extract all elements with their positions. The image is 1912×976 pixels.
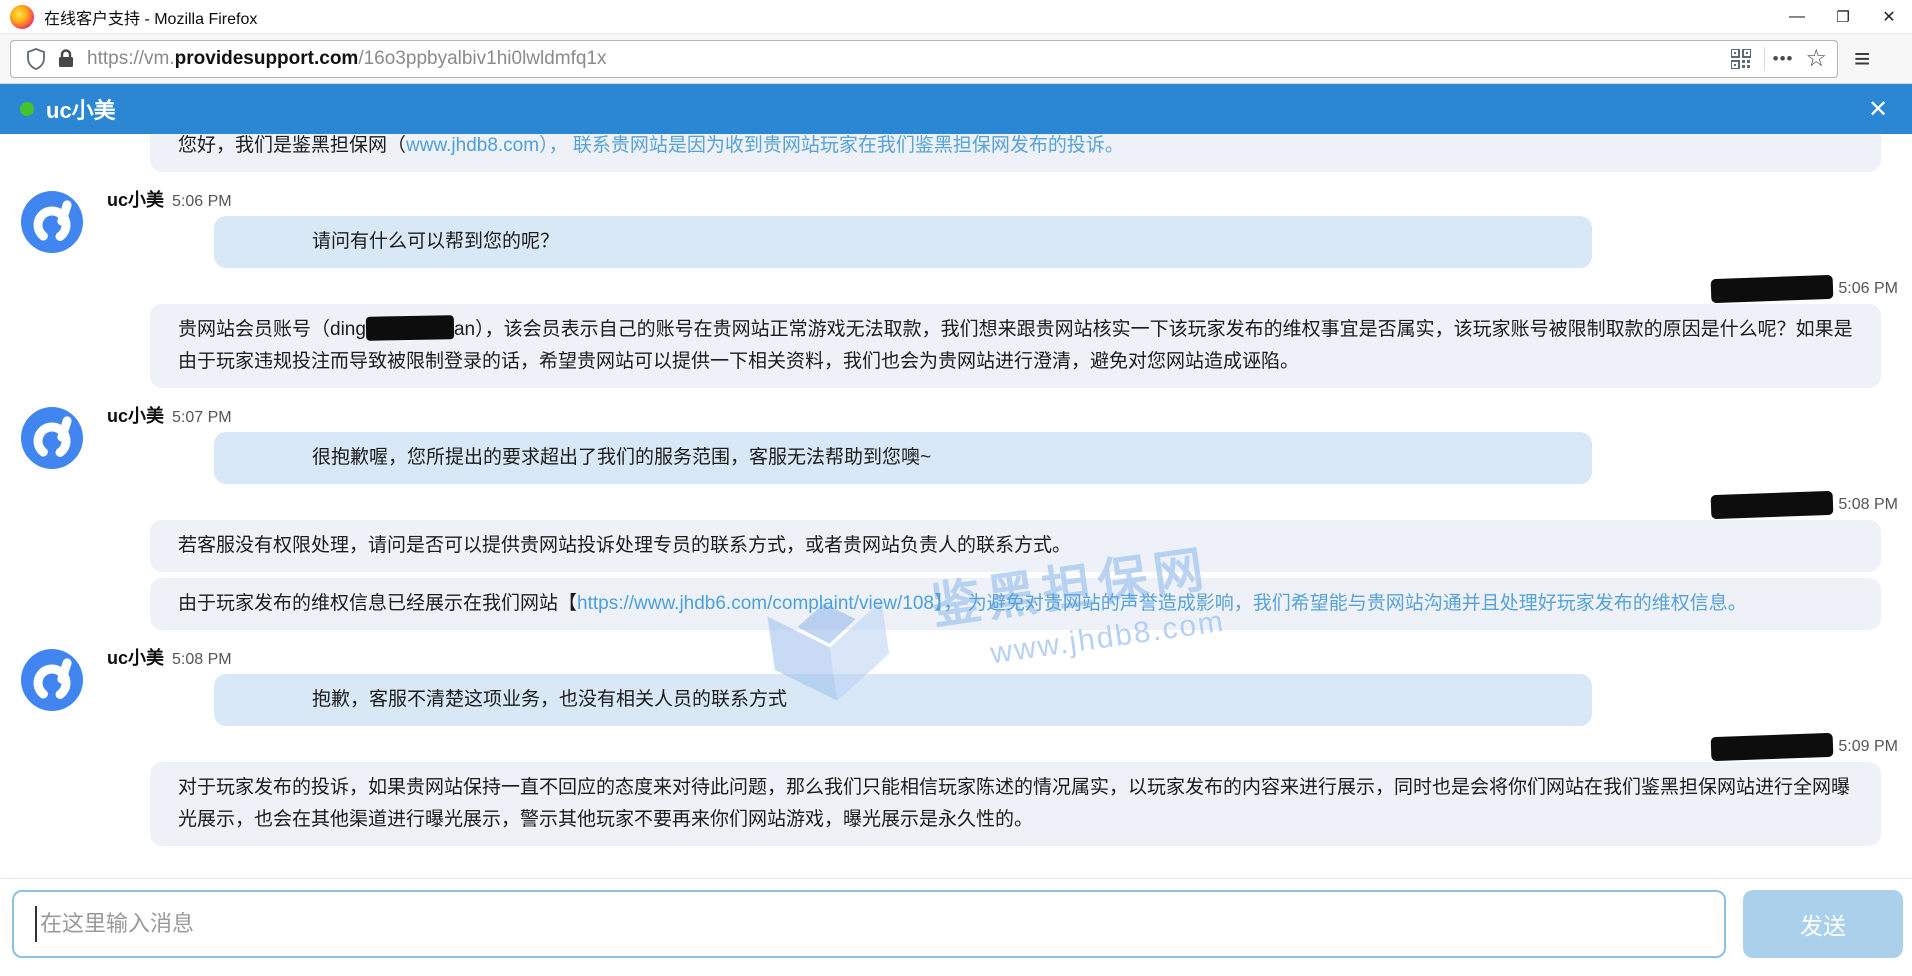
agent-message: 抱歉，客服不清楚这项业务，也没有相关人员的联系方式 bbox=[214, 674, 1592, 726]
visitor-message: 若客服没有权限处理，请问是否可以提供贵网站投诉处理专员的联系方式，或者贵网站负责… bbox=[150, 520, 1881, 572]
redacted-account bbox=[366, 315, 454, 341]
agent-message: 请问有什么可以帮到您的呢？ bbox=[214, 216, 1592, 268]
jhdb8-link[interactable]: www.jhdb8.com bbox=[406, 135, 539, 156]
restore-button[interactable]: ❐ bbox=[1820, 0, 1866, 34]
url-text[interactable]: https://vm.providesupport.com/16o3ppbyal… bbox=[87, 48, 1726, 70]
shield-icon[interactable] bbox=[21, 44, 51, 74]
agent-message-group: uc小美 5:08 PM 抱歉，客服不清楚这项业务，也没有相关人员的联系方式 bbox=[0, 644, 1912, 726]
agent-avatar bbox=[20, 406, 84, 470]
bookmark-star-icon[interactable]: ☆ bbox=[1805, 44, 1827, 73]
visitor-message: 贵网站会员账号（dingan），该会员表示自己的账号在贵网站正常游戏无法取款，我… bbox=[150, 304, 1881, 388]
chat-agent-name: uc小美 bbox=[46, 93, 116, 125]
message-composer: 发送 bbox=[0, 878, 1912, 976]
url-bar[interactable]: https://vm.providesupport.com/16o3ppbyal… bbox=[10, 40, 1838, 78]
send-button[interactable]: 发送 bbox=[1743, 890, 1903, 958]
agent-name: uc小美 bbox=[107, 402, 164, 428]
window-titlebar: 在线客户支持 - Mozilla Firefox — ❐ ✕ bbox=[0, 0, 1912, 34]
redacted-name bbox=[1711, 491, 1834, 519]
urlbar-divider bbox=[1764, 47, 1765, 71]
message-time: 5:06 PM bbox=[172, 193, 232, 211]
firefox-icon bbox=[10, 5, 34, 29]
visitor-message: 您好，我们是鉴黑担保网（www.jhdb8.com）， 联系贵网站是因为收到贵网… bbox=[150, 134, 1881, 172]
visitor-meta: n 5:09 PM bbox=[0, 734, 1912, 760]
url-scheme: https://vm. bbox=[87, 48, 175, 69]
minimize-button[interactable]: — bbox=[1774, 0, 1820, 34]
visitor-meta: n 5:06 PM bbox=[0, 276, 1912, 302]
lock-icon[interactable] bbox=[51, 44, 81, 74]
message-time: 5:07 PM bbox=[172, 409, 232, 427]
text-caret bbox=[35, 906, 37, 942]
chat-close-icon[interactable]: ✕ bbox=[1858, 84, 1898, 134]
message-time: 5:08 PM bbox=[1838, 496, 1898, 514]
agent-name: uc小美 bbox=[107, 644, 164, 670]
chat-transcript[interactable]: 鉴黑担保网 www.jhdb8.com 您好，我们是鉴黑担保网（www.jhdb… bbox=[0, 134, 1912, 878]
online-status-icon bbox=[20, 102, 34, 116]
visitor-message: 对于玩家发布的投诉，如果贵网站保持一直不回应的态度来对待此问题，那么我们只能相信… bbox=[150, 762, 1881, 846]
browser-navbar: https://vm.providesupport.com/16o3ppbyal… bbox=[0, 34, 1912, 84]
menu-icon[interactable]: ≡ bbox=[1854, 45, 1870, 73]
redacted-name bbox=[1711, 275, 1834, 303]
redacted-name bbox=[1711, 733, 1834, 761]
url-domain: providesupport.com bbox=[175, 48, 359, 69]
complaint-link[interactable]: https://www.jhdb6.com/complaint/view/108 bbox=[577, 593, 934, 614]
message-time: 5:08 PM bbox=[172, 651, 232, 669]
window-title: 在线客户支持 - Mozilla Firefox bbox=[44, 5, 257, 29]
agent-name: uc小美 bbox=[107, 186, 164, 212]
url-path: /16o3ppbyalbiv1hi0lwldmfq1x bbox=[358, 48, 606, 69]
message-input[interactable] bbox=[12, 890, 1726, 958]
visitor-meta: n 5:08 PM bbox=[0, 492, 1912, 518]
page-actions-icon[interactable]: ••• bbox=[1773, 49, 1794, 69]
visitor-message: 由于玩家发布的维权信息已经展示在我们网站【https://www.jhdb6.c… bbox=[150, 578, 1881, 630]
message-time: 5:06 PM bbox=[1838, 280, 1898, 298]
agent-message-group: uc小美 5:07 PM 很抱歉喔，您所提出的要求超出了我们的服务范围，客服无法… bbox=[0, 402, 1912, 484]
agent-message: 很抱歉喔，您所提出的要求超出了我们的服务范围，客服无法帮助到您噢~ bbox=[214, 432, 1592, 484]
qr-code-icon[interactable] bbox=[1726, 44, 1756, 74]
agent-avatar bbox=[20, 190, 84, 254]
chat-header: uc小美 ✕ bbox=[0, 84, 1912, 134]
close-window-button[interactable]: ✕ bbox=[1866, 0, 1912, 34]
message-time: 5:09 PM bbox=[1838, 738, 1898, 756]
agent-avatar bbox=[20, 648, 84, 712]
agent-message-group: uc小美 5:06 PM 请问有什么可以帮到您的呢？ bbox=[0, 186, 1912, 268]
